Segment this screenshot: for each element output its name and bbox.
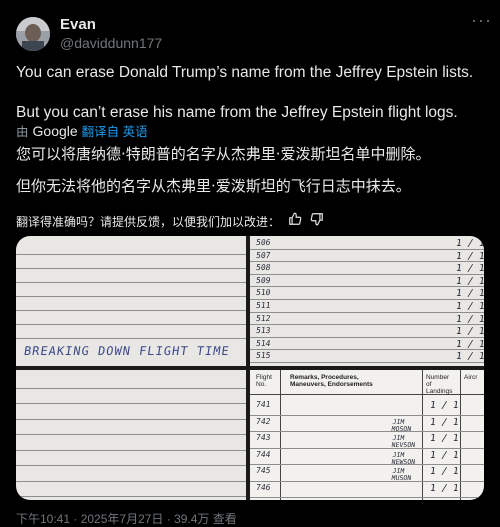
- log-rule-line: [16, 449, 246, 451]
- log-rule-line: [250, 431, 484, 432]
- log-rule-line: [16, 296, 246, 297]
- more-icon[interactable]: ···: [471, 10, 492, 31]
- log-entry-number: 515: [255, 351, 272, 361]
- log-entry-number: 744: [255, 449, 272, 459]
- log-entry-number: 745: [255, 466, 272, 475]
- log-entry-number: 741: [255, 400, 272, 409]
- log-rule-line: [16, 480, 246, 482]
- display-name[interactable]: Evan: [60, 16, 162, 34]
- log-entry-number: 743: [255, 433, 272, 442]
- user-handle[interactable]: @daviddunn177: [60, 34, 162, 52]
- log-landing-tally: 1 / 1: [429, 433, 460, 444]
- log-header-flight-no: Flight No.: [256, 374, 272, 388]
- log-entry-number: 514: [255, 338, 272, 348]
- log-header-landings: Number of Landings: [426, 374, 453, 395]
- log-landing-tally: 1 / 1: [429, 416, 460, 428]
- log-rule-line: [250, 336, 484, 338]
- log-rule-line: [250, 324, 484, 326]
- log-rule-line: [250, 273, 484, 275]
- log-entry-signature: JIM MUSON: [391, 467, 412, 482]
- log-entry-number: 746: [255, 482, 272, 492]
- translated-from-link[interactable]: 翻译自 英语: [82, 121, 148, 140]
- log-landing-tally: 1 / 1: [455, 288, 484, 300]
- translation-attribution: 由 Google 翻译自 英语: [16, 121, 148, 140]
- log-rule-line: [250, 464, 484, 465]
- log-rule-line: [250, 480, 484, 482]
- log-landing-tally: 1 / 1: [455, 313, 484, 325]
- log-rule-line: [16, 324, 246, 325]
- translation-line-1: 您可以将唐纳德·特朗普的名字从杰弗里·爱泼斯坦名单中删除。: [16, 145, 431, 163]
- log-rule-line: [16, 418, 246, 420]
- log-rule-line: [250, 497, 484, 498]
- log-landing-tally: 1 / 1: [429, 466, 460, 477]
- flight-log-image-1[interactable]: BREAKING DOWN FLIGHT TIME: [16, 236, 246, 366]
- log-entry-number: 511: [255, 301, 272, 310]
- log-landing-tally: 1 / 1: [455, 301, 484, 312]
- log-rule-line: [16, 403, 246, 404]
- tweet-text: You can erase Donald Trump’s name from t…: [16, 62, 484, 124]
- log-rule-line: [16, 496, 246, 497]
- log-rule-line: [16, 254, 246, 255]
- log-entry-number: 513: [255, 326, 272, 336]
- log-entry-number: 510: [255, 288, 272, 298]
- log-rule-line: [250, 349, 484, 351]
- translation-by-label: 由: [16, 125, 29, 139]
- log-rule-line: [250, 261, 484, 263]
- log-rule-line: [16, 465, 246, 466]
- log-entry-number: 508: [255, 263, 272, 273]
- log-landing-tally: 1 / 1: [429, 482, 460, 494]
- tweet-line-1: You can erase Donald Trump’s name from t…: [16, 64, 474, 81]
- log-landing-tally: 1 / 1: [455, 338, 484, 350]
- translation-feedback: 翻译得准确吗？请提供反馈，以便我们加以改进：: [16, 212, 324, 230]
- translation-line-2: 但你无法将他的名字从杰弗里·爱泼斯坦的飞行日志中抹去。: [16, 177, 411, 195]
- tweet-media[interactable]: BREAKING DOWN FLIGHT TIME 506 1 / 1 507 1 /…: [16, 236, 484, 500]
- log-entry-signature: JIM NEWSON: [391, 450, 416, 466]
- log-rule-line: [16, 338, 246, 339]
- google-logo: Google: [32, 122, 78, 139]
- log-entry-number: 506: [255, 238, 272, 247]
- log-entry-number: 509: [255, 275, 272, 285]
- log-landing-tally: 1 / 1: [455, 275, 484, 287]
- log-rule-line: [250, 299, 484, 300]
- log-landing-tally: 1 / 1: [455, 326, 484, 338]
- log-rule-line: [16, 310, 246, 311]
- log-landing-tally: 1 / 1: [429, 400, 460, 411]
- log-header-remarks: Remarks, Procedures, Maneuvers, Endorsem…: [290, 374, 373, 388]
- avatar[interactable]: [16, 17, 50, 51]
- log-rule-line: [16, 268, 246, 269]
- log-rule-line: [250, 414, 484, 416]
- log-entry-signature: JIM MOSON: [391, 417, 412, 433]
- feedback-prompt: 翻译得准确吗？请提供反馈，以便我们加以改进：: [16, 214, 281, 229]
- flight-log-note: BREAKING DOWN FLIGHT TIME: [23, 344, 231, 358]
- log-rule-line: [250, 447, 484, 449]
- log-landing-tally: 1 / 1: [455, 238, 484, 249]
- log-landing-tally: 1 / 1: [455, 351, 484, 363]
- log-landing-tally: 1 / 1: [429, 449, 460, 461]
- flight-log-image-4[interactable]: Flight No. Remarks, Procedures, Maneuver…: [250, 370, 484, 500]
- thumbs-up-icon[interactable]: [288, 212, 302, 230]
- log-landing-tally: 1 / 1: [455, 263, 484, 275]
- tweet-header: Evan @daviddunn177: [16, 14, 488, 54]
- log-landing-tally: 1 / 1: [455, 250, 484, 262]
- tweet-timestamp: 下午10:41 · 2025年7月27日 · 39.4万 查看: [16, 512, 237, 526]
- log-header-aircraft: Aircr: [464, 374, 478, 381]
- log-rule-line: [250, 248, 484, 250]
- log-entry-number: 507: [255, 250, 272, 260]
- log-rule-line: [16, 434, 246, 435]
- log-rule-line: [16, 387, 246, 389]
- flight-log-image-2[interactable]: 506 1 / 1 507 1 / 1 508 1 / 1 509 1 / 1 510 1 / 1…: [250, 236, 484, 366]
- log-rule-line: [16, 282, 246, 283]
- flight-log-image-3[interactable]: [16, 370, 246, 500]
- log-rule-line: [250, 286, 484, 288]
- log-rule-line: [250, 311, 484, 313]
- log-entry-number: 512: [255, 313, 272, 323]
- log-rule-line: [250, 362, 484, 363]
- log-entry-signature: JIM NEVSON: [391, 434, 416, 449]
- thumbs-down-icon[interactable]: [310, 212, 324, 230]
- log-entry-number: 742: [255, 416, 272, 426]
